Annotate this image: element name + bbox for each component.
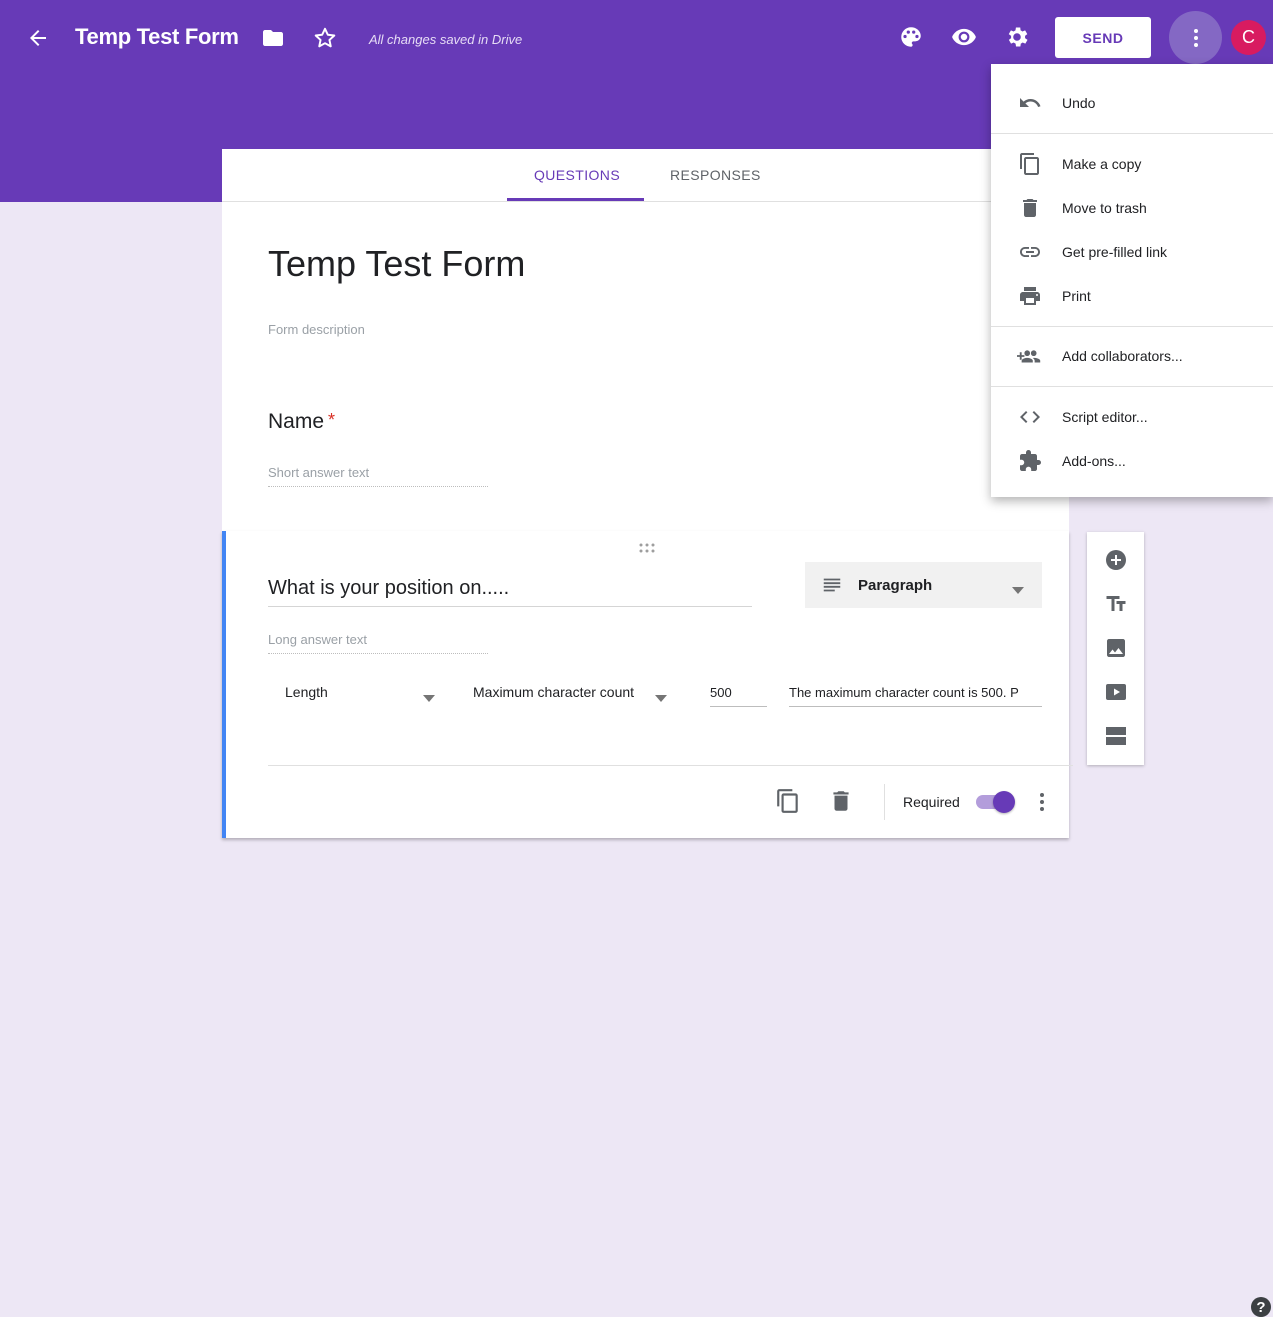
tab-questions[interactable]: QUESTIONS [534,167,620,183]
palette-icon[interactable] [897,23,925,51]
long-answer-placeholder: Long answer text [268,632,488,654]
question-title[interactable]: Name * [268,410,335,434]
menu-divider [991,326,1273,327]
duplicate-question-icon[interactable] [775,788,801,814]
paragraph-lines-icon [821,574,843,596]
send-button[interactable]: SEND [1055,17,1151,58]
question-footer-divider [268,765,1073,766]
delete-question-icon[interactable] [828,788,854,814]
menu-divider [991,133,1273,134]
back-arrow-icon[interactable] [22,22,54,54]
trash-icon [1017,196,1043,220]
help-icon[interactable]: ? [1251,1297,1271,1317]
required-toggle[interactable] [993,791,1015,813]
menu-item-undo[interactable]: Undo [991,83,1273,123]
menu-item-label: Add collaborators... [1062,348,1183,364]
more-options-button[interactable] [1169,11,1222,64]
footer-separator [884,784,885,820]
account-avatar[interactable]: C [1231,20,1266,55]
menu-item-label: Get pre-filled link [1062,244,1168,260]
menu-divider [991,386,1273,387]
title-text-icon[interactable] [1103,591,1129,617]
validation-type-caret-icon[interactable] [423,689,435,707]
validation-number-input[interactable]: 500 [710,685,767,707]
validation-type-dropdown[interactable]: Length [285,684,328,700]
validation-error-text-input[interactable]: The maximum character count is 500. P [789,685,1042,707]
form-description-input[interactable]: Form description [268,322,365,337]
form-title[interactable]: Temp Test Form [75,24,239,50]
question-more-icon[interactable] [1031,790,1053,814]
link-icon [1017,240,1043,264]
menu-item-label: Undo [1062,95,1096,111]
copy-icon [1017,152,1043,176]
image-icon[interactable] [1103,635,1129,661]
add-question-icon[interactable] [1103,547,1129,573]
section-icon[interactable] [1103,723,1129,749]
star-icon[interactable] [311,24,339,52]
print-icon [1017,284,1043,308]
settings-gear-icon[interactable] [1003,23,1031,51]
menu-item-prefilled-link[interactable]: Get pre-filled link [991,232,1273,272]
undo-icon [1017,91,1043,115]
menu-item-script-editor[interactable]: Script editor... [991,397,1273,437]
more-options-menu: Undo Make a copy Move to trash Get pre-f… [991,64,1273,497]
tab-divider [222,201,1069,202]
question-title-input[interactable]: What is your position on..... [268,577,752,607]
folder-icon[interactable] [259,24,287,52]
dropdown-caret-icon [1012,581,1024,599]
preview-eye-icon[interactable] [950,23,978,51]
save-status: All changes saved in Drive [369,32,523,47]
menu-item-label: Add-ons... [1062,453,1126,469]
validation-condition-dropdown[interactable]: Maximum character count [473,684,634,700]
question-type-label: Paragraph [858,576,933,594]
form-title-input[interactable]: Temp Test Form [268,243,525,285]
menu-item-add-ons[interactable]: Add-ons... [991,441,1273,481]
menu-item-label: Script editor... [1062,409,1148,425]
menu-item-add-collaborators[interactable]: Add collaborators... [991,336,1273,376]
tab-responses[interactable]: RESPONSES [670,167,761,183]
add-people-icon [1017,344,1043,368]
video-icon[interactable] [1103,679,1129,705]
side-toolbar [1087,532,1144,765]
code-icon [1017,405,1043,429]
more-vert-icon [1193,28,1198,47]
question-card[interactable]: What is your position on..... Paragraph … [222,531,1073,838]
required-label: Required [903,794,960,810]
required-asterisk: * [328,410,336,430]
question-title-text: Name [268,410,325,433]
question-type-dropdown[interactable]: Paragraph [805,562,1042,608]
drag-handle-icon[interactable] [636,540,658,553]
menu-item-make-copy[interactable]: Make a copy [991,144,1273,184]
short-answer-placeholder: Short answer text [268,465,488,487]
puzzle-icon [1017,449,1043,473]
menu-item-label: Move to trash [1062,200,1147,216]
menu-item-label: Print [1062,288,1091,304]
form-header-card: QUESTIONS RESPONSES Temp Test Form Form … [222,149,1069,531]
menu-item-move-to-trash[interactable]: Move to trash [991,188,1273,228]
menu-item-label: Make a copy [1062,156,1142,172]
menu-item-print[interactable]: Print [991,276,1273,316]
validation-condition-caret-icon[interactable] [655,689,667,707]
